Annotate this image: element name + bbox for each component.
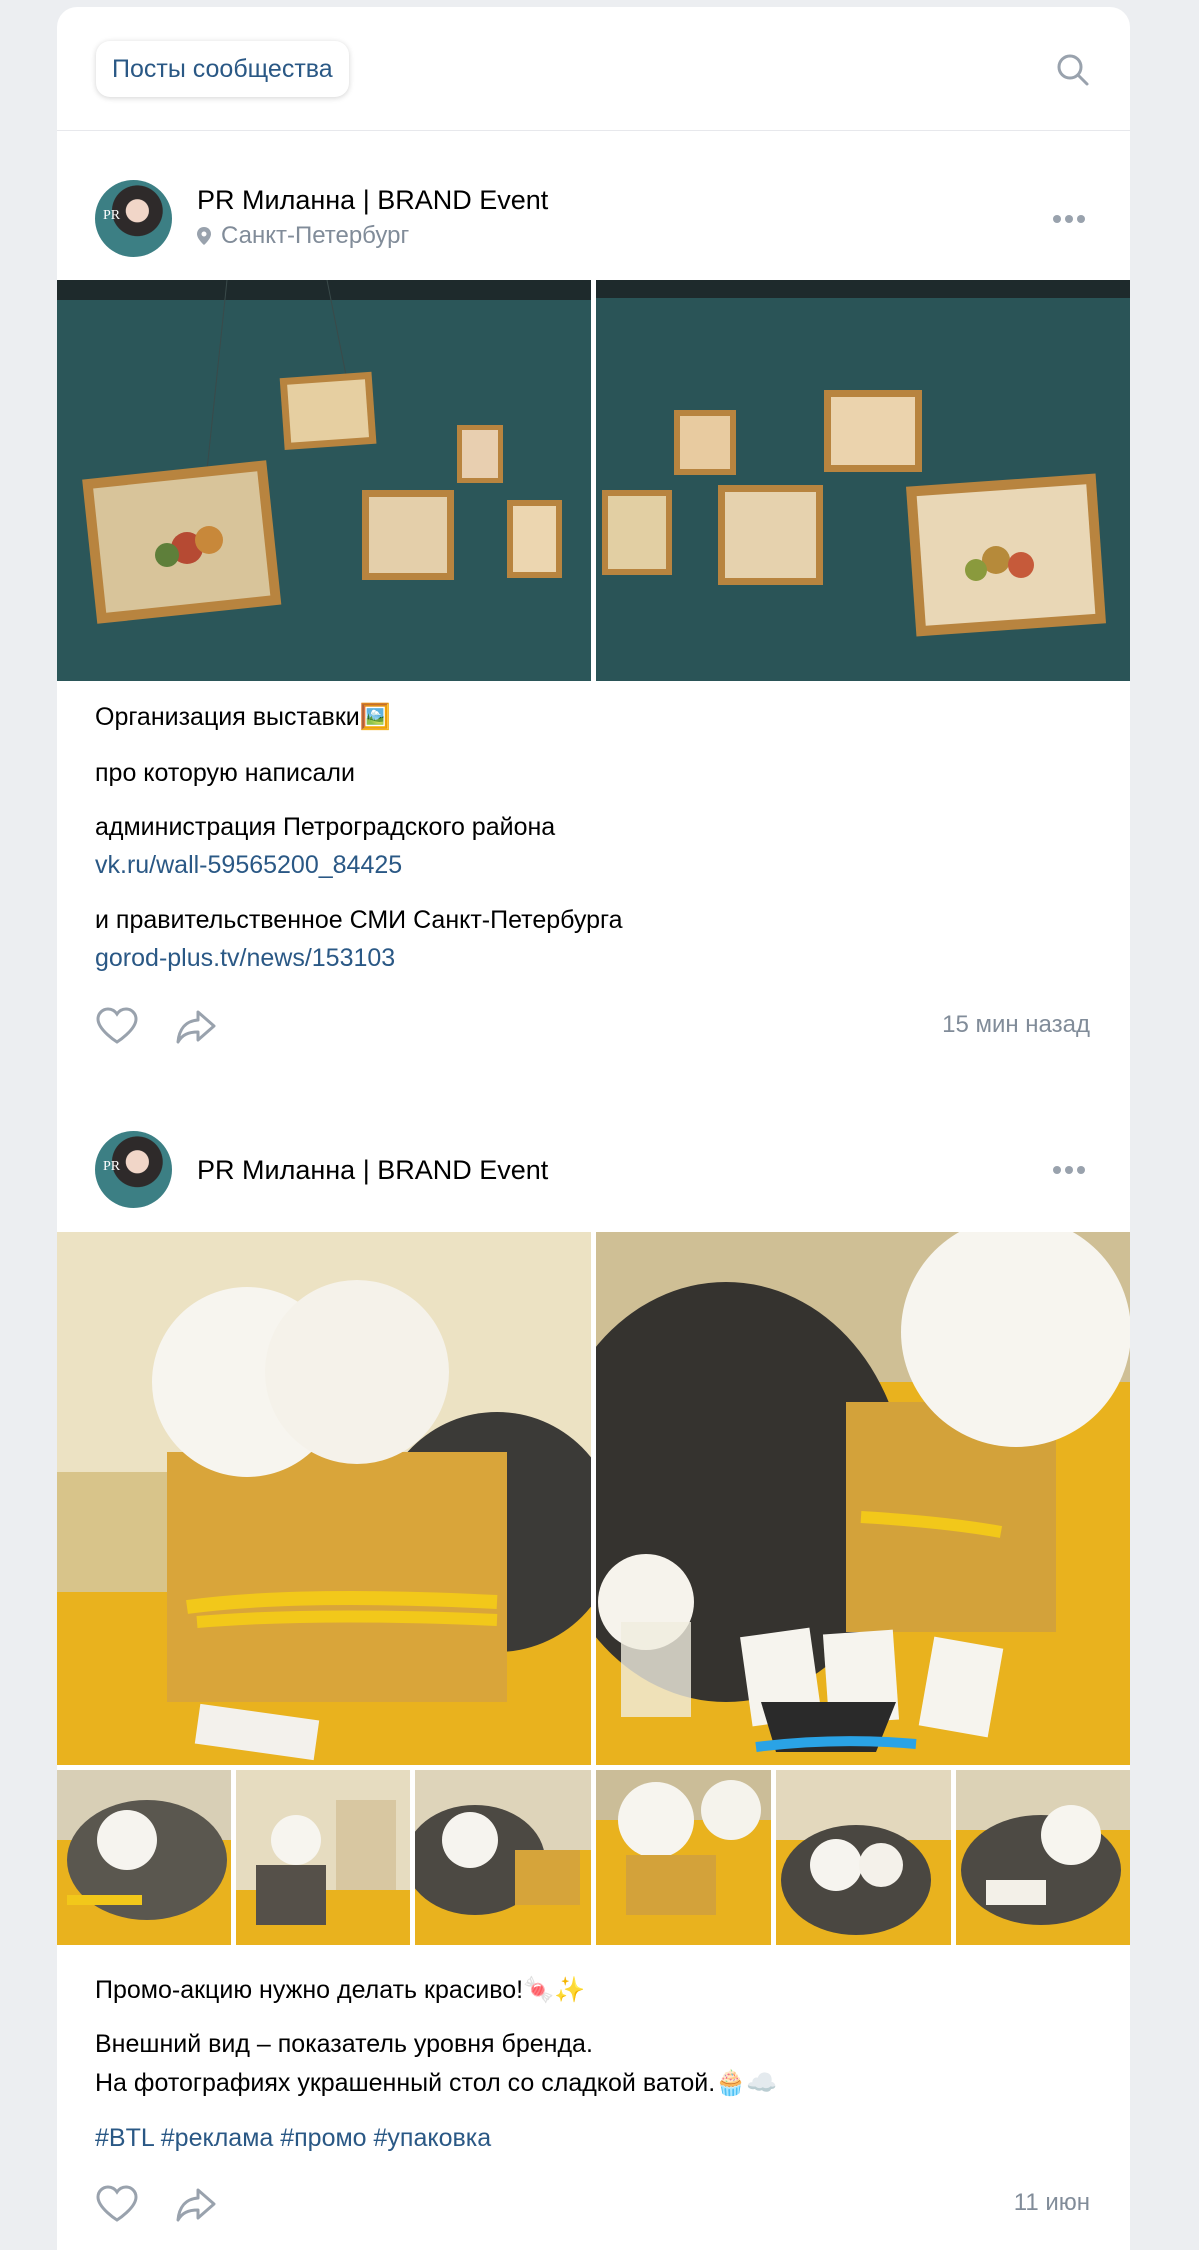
exhibition-photo [596,280,1130,681]
thumbnail-image [596,1770,771,1945]
post-text-line: и правительственное СМИ Санкт-Петербурга [95,906,623,934]
cotton-candy-photo [596,1232,1130,1765]
post-author[interactable]: PR Миланна | BRAND Event [197,185,548,216]
thumbnail-image [956,1770,1130,1945]
post-thumbnail[interactable] [415,1770,591,1945]
avatar[interactable]: PR [95,1131,172,1208]
post-photo[interactable] [596,280,1130,681]
search-icon[interactable] [1056,53,1090,87]
like-icon[interactable] [95,1006,139,1046]
post-thumbnail[interactable] [596,1770,771,1945]
post-text-line: Внешний вид – показатель уровня бренда. [95,2030,593,2058]
post-link[interactable]: vk.ru/wall-59565200_84425 [95,851,402,880]
community-posts-header: Посты сообщества [57,7,1130,131]
post-hashtags[interactable]: #BTL #реклама #промо #упаковка [95,2124,491,2153]
post-thumbnail[interactable] [956,1770,1130,1945]
posts-feed: PR PR Миланна | BRAND Event Санкт-Петерб… [57,131,1130,2250]
post-thumbnail[interactable] [236,1770,410,1945]
thumbnail-image [776,1770,951,1945]
exhibition-photo [57,280,591,681]
more-options-icon[interactable] [1052,214,1086,224]
post-text-line: администрация Петроградского района [95,813,556,841]
avatar[interactable]: PR [95,180,172,257]
post-text-line: Организация выставки🖼️ [95,703,391,731]
post-photo[interactable] [596,1232,1130,1765]
cotton-candy-photo [57,1232,591,1765]
post-thumbnail[interactable] [57,1770,231,1945]
post-link[interactable]: gorod-plus.tv/news/153103 [95,944,395,973]
thumbnail-image [57,1770,231,1945]
post-card: PR PR Миланна | BRAND Event Промо-акцию … [57,1081,1130,2250]
post-text-line: Промо-акцию нужно делать красиво!🍬✨ [95,1976,586,2004]
post-text-line: На фотографиях украшенный стол со сладко… [95,2069,778,2097]
post-time: 15 мин назад [942,1011,1090,1038]
location-pin-icon [197,227,211,245]
tab-community-posts[interactable]: Посты сообщества [96,41,349,97]
thumbnail-image [236,1770,410,1945]
like-icon[interactable] [95,2184,139,2224]
post-time: 11 июн [1013,2189,1090,2216]
thumbnail-image [415,1770,591,1945]
post-card: PR PR Миланна | BRAND Event Санкт-Петерб… [57,131,1130,1081]
post-photo[interactable] [57,1232,591,1765]
more-options-icon[interactable] [1052,1165,1086,1175]
post-author[interactable]: PR Миланна | BRAND Event [197,1155,548,1186]
post-location: Санкт-Петербург [197,222,409,250]
post-thumbnail[interactable] [776,1770,951,1945]
post-photo[interactable] [57,280,591,681]
share-icon[interactable] [174,2184,218,2224]
share-icon[interactable] [174,1006,218,1046]
post-text-line: про которую написали [95,759,355,787]
